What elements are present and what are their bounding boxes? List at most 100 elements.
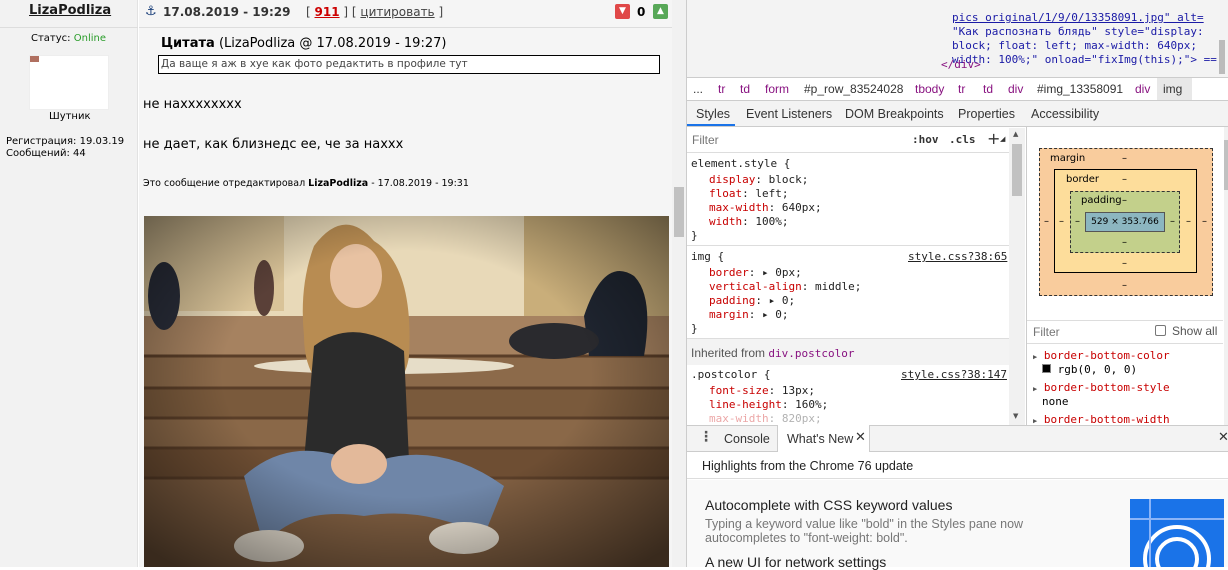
css-declaration-overridden[interactable]: max-width: 820px; xyxy=(709,412,822,425)
box-model-border-right[interactable]: – xyxy=(1186,216,1191,227)
page-scrollbar[interactable] xyxy=(672,0,686,567)
box-model-margin-right[interactable]: – xyxy=(1202,216,1207,227)
color-swatch[interactable] xyxy=(1042,364,1051,373)
rule-source-link[interactable]: style.css?38:147 xyxy=(901,368,1007,381)
breadcrumb-item[interactable]: tbody xyxy=(915,82,944,96)
css-declaration[interactable]: font-size: 13px; xyxy=(709,384,815,397)
tab-properties[interactable]: Properties xyxy=(958,107,1015,121)
whatsnew-heading: Highlights from the Chrome 76 update xyxy=(702,459,914,473)
new-rule-button[interactable]: + xyxy=(987,129,1000,148)
scroll-down-icon[interactable]: ▼ xyxy=(1013,412,1018,420)
html-line[interactable]: </div> xyxy=(941,58,981,71)
rule-source-link[interactable]: style.css?38:65 xyxy=(908,250,1007,263)
html-line[interactable]: block; float: left; max-width: 640px; xyxy=(952,39,1217,53)
breadcrumb-item[interactable]: td xyxy=(983,82,993,96)
drawer-menu-icon[interactable]: ⋮ xyxy=(699,429,713,445)
html-line[interactable]: "Как распознать блядь" style="display: xyxy=(952,25,1217,39)
post-number-link[interactable]: 911 xyxy=(315,5,340,19)
inherited-from-link[interactable]: div.postcolor xyxy=(768,347,854,360)
computed-prop: border-bottom-color xyxy=(1043,349,1170,362)
box-model-border-bottom[interactable]: – xyxy=(1122,258,1127,269)
css-declaration[interactable]: max-width: 640px; xyxy=(709,201,822,214)
tab-console[interactable]: Console xyxy=(724,432,770,446)
styles-filter-input[interactable] xyxy=(692,131,902,149)
css-declaration[interactable]: border: ▸ 0px; xyxy=(709,266,802,279)
breadcrumb-item[interactable]: div xyxy=(1008,82,1023,96)
box-model-margin-left[interactable]: – xyxy=(1044,216,1049,227)
css-declaration[interactable]: vertical-align: middle; xyxy=(709,280,861,293)
rule-selector[interactable]: .postcolor { xyxy=(691,368,770,381)
breadcrumb-item[interactable]: #img_13358091 xyxy=(1037,82,1123,96)
new-rule-menu-icon[interactable]: ◢ xyxy=(1000,135,1005,143)
hov-toggle[interactable]: :hov xyxy=(912,133,939,146)
show-all-checkbox[interactable] xyxy=(1155,325,1166,336)
post-header-links: [ 911 ] [ цитировать ] xyxy=(306,5,443,19)
css-declaration[interactable]: width: 100%; xyxy=(709,215,789,228)
breadcrumb-item[interactable]: tr xyxy=(958,82,965,96)
breadcrumb-item[interactable]: form xyxy=(765,82,789,96)
tab-whats-new-label[interactable]: What's New xyxy=(787,432,853,446)
page-scrollbar-thumb[interactable] xyxy=(674,187,684,237)
breadcrumb-item[interactable]: #p_row_83524028 xyxy=(804,82,903,96)
box-model-border-top[interactable]: – xyxy=(1122,174,1127,185)
box-model-border-left[interactable]: – xyxy=(1059,216,1064,227)
breadcrumb-item-selected[interactable]: img xyxy=(1157,78,1192,100)
anchor-icon[interactable]: ⚓ xyxy=(145,4,157,19)
css-val: 100%; xyxy=(755,215,789,228)
tab-styles[interactable]: Styles xyxy=(696,107,730,121)
box-model-padding-left[interactable]: – xyxy=(1075,216,1080,227)
computed-filter-input[interactable] xyxy=(1033,324,1143,340)
css-prop: padding xyxy=(709,294,756,307)
quote-meta: (LizaPodliza @ 17.08.2019 - 19:27) xyxy=(218,36,447,51)
computed-scrollbar-thumb[interactable] xyxy=(1224,140,1228,190)
scroll-up-icon[interactable]: ▲ xyxy=(1013,130,1018,138)
close-tab-icon[interactable]: ✕ xyxy=(855,430,866,445)
tab-accessibility[interactable]: Accessibility xyxy=(1031,107,1099,121)
tab-dom-breakpoints[interactable]: DOM Breakpoints xyxy=(845,107,944,121)
elements-scrollbar[interactable] xyxy=(1219,40,1225,74)
breadcrumb-item[interactable]: div xyxy=(1135,82,1150,96)
bracket: [ xyxy=(306,5,311,19)
tab-event-listeners[interactable]: Event Listeners xyxy=(746,107,832,121)
post-photo[interactable] xyxy=(144,216,669,567)
feature-title[interactable]: Autocomplete with CSS keyword values xyxy=(705,497,952,513)
styles-scrollbar-thumb[interactable] xyxy=(1012,144,1022,196)
feature-thumbnail[interactable] xyxy=(1130,499,1224,567)
html-line[interactable]: pics original/1/9/0/13358091.jpg" alt= xyxy=(952,11,1217,25)
computed-prop-row[interactable]: ▶ border-bottom-style xyxy=(1033,381,1170,394)
quote-link[interactable]: цитировать xyxy=(360,5,434,19)
css-declaration[interactable]: margin: ▸ 0; xyxy=(709,308,789,321)
box-model-content[interactable]: 529 × 353.766 xyxy=(1085,212,1165,232)
computed-prop-row[interactable]: ▶ border-bottom-color xyxy=(1033,349,1170,362)
feature-title[interactable]: A new UI for network settings xyxy=(705,554,886,570)
thumbs-down-icon[interactable]: ▼ xyxy=(615,4,630,19)
breadcrumb-item[interactable]: tr xyxy=(718,82,725,96)
breadcrumb-item[interactable]: td xyxy=(740,82,750,96)
expand-arrow-icon[interactable]: ▶ xyxy=(1033,385,1037,393)
expand-arrow-icon[interactable]: ▶ xyxy=(1033,353,1037,361)
expand-arrow-icon[interactable]: ▶ xyxy=(1033,417,1037,425)
username-link[interactable]: LizaPodliza xyxy=(29,3,111,18)
css-declaration[interactable]: float: left; xyxy=(709,187,789,200)
cls-toggle[interactable]: .cls xyxy=(949,133,976,146)
close-drawer-icon[interactable]: ✕ xyxy=(1218,430,1228,445)
css-prop: max-width xyxy=(709,201,769,214)
rule-selector[interactable]: element.style { xyxy=(691,157,790,170)
css-declaration[interactable]: display: block; xyxy=(709,173,808,186)
box-model-margin-bottom[interactable]: – xyxy=(1122,280,1127,291)
css-val: block; xyxy=(768,173,809,186)
avatar[interactable] xyxy=(29,55,109,110)
box-model-padding-top[interactable]: – xyxy=(1122,195,1127,206)
breadcrumb-ellipsis[interactable]: ... xyxy=(693,82,703,96)
rule-close: } xyxy=(691,229,698,242)
box-model-padding-bottom[interactable]: – xyxy=(1122,237,1127,248)
html-line[interactable]: width: 100%;" onload="fixImg(this);"> == xyxy=(952,53,1217,67)
rule-selector[interactable]: img { xyxy=(691,250,724,263)
css-declaration[interactable]: line-height: 160%; xyxy=(709,398,828,411)
css-declaration[interactable]: padding: ▸ 0; xyxy=(709,294,795,307)
box-model-padding-right[interactable]: – xyxy=(1170,216,1175,227)
user-title: Шутник xyxy=(49,111,91,122)
css-val: left; xyxy=(755,187,789,200)
thumbs-up-icon[interactable]: ▲ xyxy=(653,4,668,19)
box-model-margin-top[interactable]: – xyxy=(1122,153,1127,164)
